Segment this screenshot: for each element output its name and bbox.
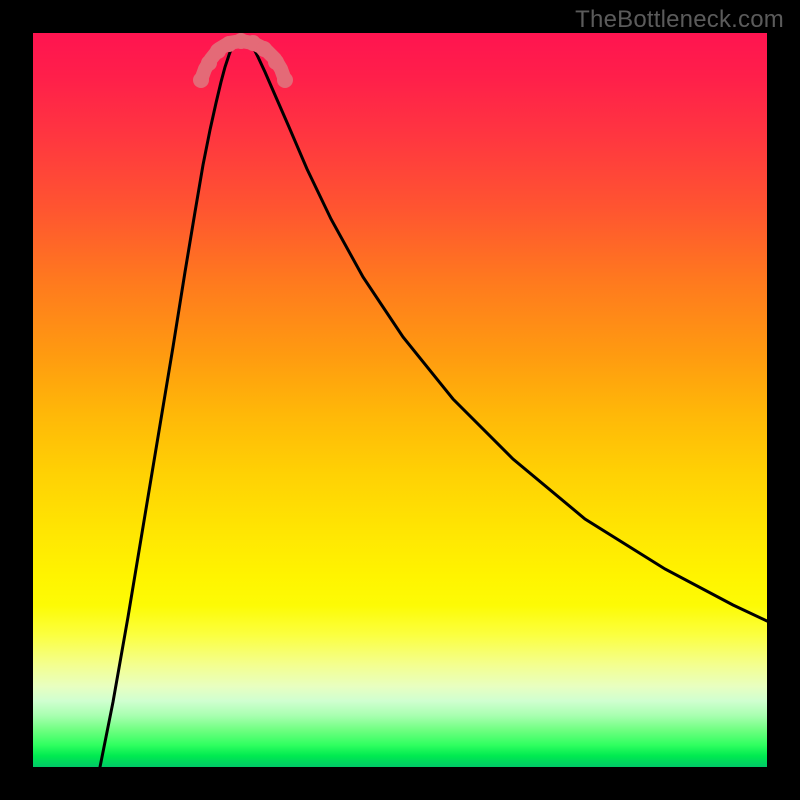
chart-frame: TheBottleneck.com xyxy=(0,0,800,800)
u-shape-marker xyxy=(193,72,209,88)
plot-area xyxy=(33,33,767,767)
u-shape-markers-group xyxy=(193,33,293,88)
left-branch-curve xyxy=(100,47,232,767)
u-shape-marker xyxy=(256,41,272,57)
right-branch-curve xyxy=(253,47,767,621)
watermark-text: TheBottleneck.com xyxy=(575,6,784,34)
curves-svg xyxy=(33,33,767,767)
u-shape-marker xyxy=(277,72,293,88)
u-shape-marker xyxy=(268,54,284,70)
